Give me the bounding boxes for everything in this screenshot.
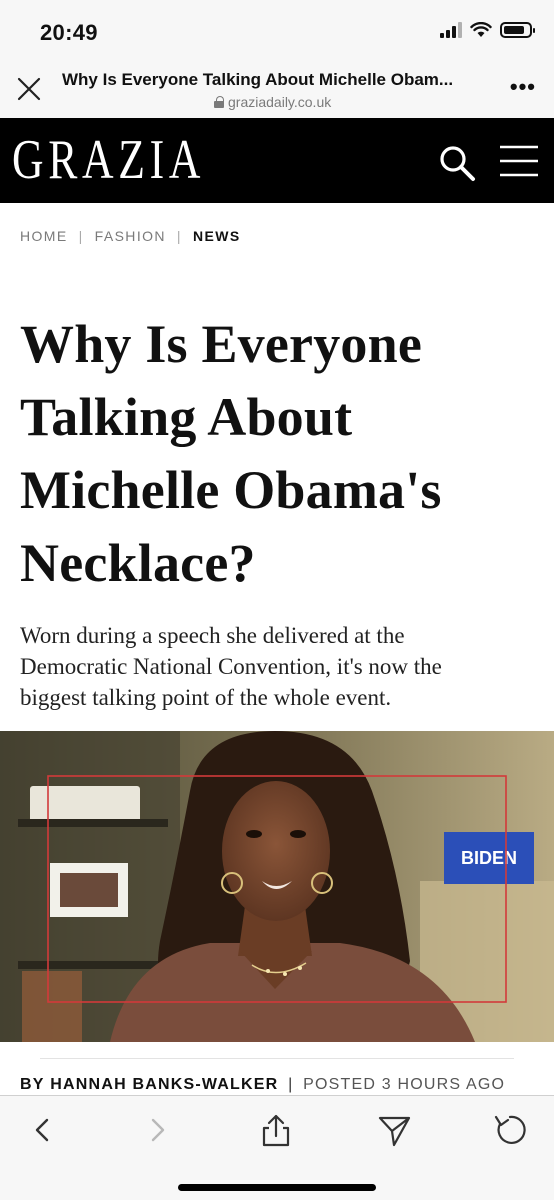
breadcrumb-separator: | [78,228,84,244]
lock-icon [214,96,224,108]
byline-posted: POSTED 3 HOURS AGO [303,1076,506,1093]
hero-image[interactable]: BIDEN [0,731,554,1042]
breadcrumb-fashion[interactable]: FASHION [95,228,166,244]
hamburger-menu-icon[interactable] [498,142,540,180]
headline-line: Necklace? [20,533,256,593]
send-icon[interactable] [374,1110,414,1150]
status-icons [440,22,535,38]
browser-toolbar [0,1095,554,1200]
headline-line: Michelle Obama's [20,460,442,520]
browser-url[interactable]: graziadaily.co.uk [214,94,331,110]
grazia-logo[interactable]: GRAZIA [12,130,205,190]
battery-icon [500,22,535,38]
site-header: GRAZIA [0,118,554,203]
close-icon[interactable] [14,74,44,104]
status-time: 20:49 [40,20,98,45]
standfirst-line: Democratic National Convention, it's now… [20,654,442,679]
byline-divider [40,1058,514,1059]
reload-icon[interactable] [490,1110,530,1150]
byline-prefix: BY [20,1076,45,1093]
breadcrumb-home[interactable]: HOME [20,228,68,244]
cellular-signal-icon [440,22,462,38]
search-icon[interactable] [438,144,476,182]
hero-sign-text: BIDEN [461,848,517,868]
standfirst-line: Worn during a speech she delivered at th… [20,623,405,648]
standfirst-line: biggest talking point of the whole event… [20,685,392,710]
breadcrumb: HOME | FASHION | NEWS [20,228,241,244]
share-icon[interactable] [256,1110,296,1150]
back-icon[interactable] [22,1110,62,1150]
more-options-button[interactable]: ••• [510,76,536,98]
breadcrumb-separator: | [176,228,182,244]
browser-page-title: Why Is Everyone Talking About Michelle O… [62,70,454,89]
status-bar: 20:49 [0,0,554,64]
breadcrumb-news[interactable]: NEWS [193,228,241,244]
url-text: graziadaily.co.uk [228,94,332,110]
home-indicator [178,1184,376,1191]
article-headline: Why Is Everyone Talking About Michelle O… [20,308,540,600]
forward-icon[interactable] [138,1110,178,1150]
headline-line: Why Is Everyone [20,314,423,374]
article-standfirst: Worn during a speech she delivered at th… [20,620,540,713]
article-byline: BY HANNAH BANKS-WALKER | POSTED 3 HOURS … [20,1076,505,1094]
byline-separator: | [288,1076,294,1093]
wifi-icon [470,22,492,37]
browser-header: Why Is Everyone Talking About Michelle O… [0,64,554,118]
headline-line: Talking About [20,387,353,447]
byline-author[interactable]: HANNAH BANKS-WALKER [50,1076,278,1093]
